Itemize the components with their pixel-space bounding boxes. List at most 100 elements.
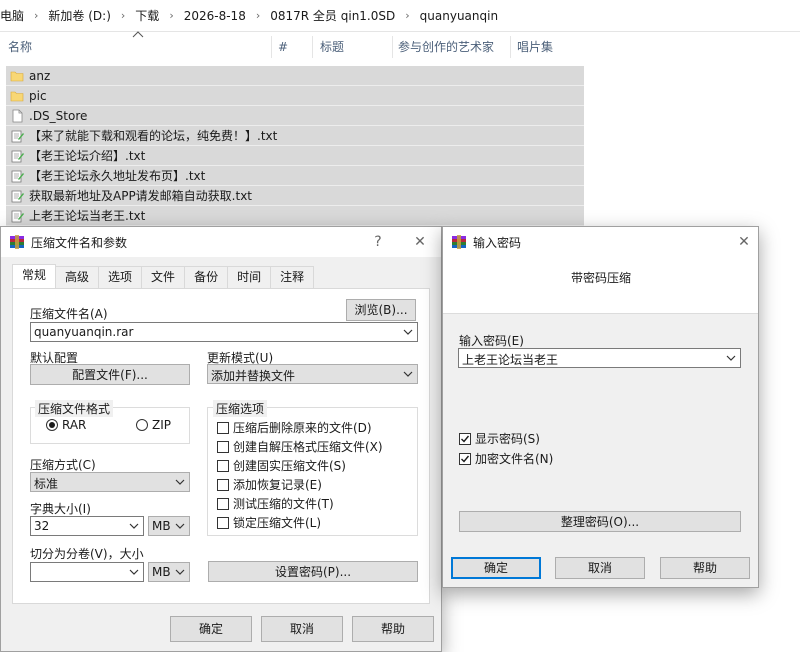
file-name: 【来了就能下载和观看的论坛，纯免费！】.txt [29,129,278,143]
file-name: 上老王论坛当老王.txt [29,209,146,223]
chevron-down-icon[interactable] [403,368,413,380]
tab-options[interactable]: 选项 [98,266,143,288]
checkbox-unchecked-icon [217,516,229,529]
chevron-down-icon[interactable] [175,566,185,578]
file-row[interactable]: 【老王论坛介绍】.txt [6,146,584,166]
tab-general[interactable]: 常规 [12,264,57,288]
password-ok-button[interactable]: 确定 [451,557,541,579]
file-icon [10,109,24,123]
file-row[interactable]: 获取最新地址及APP请发邮箱自动获取.txt [6,186,584,206]
file-row[interactable]: 【来了就能下载和观看的论坛，纯免费！】.txt [6,126,584,146]
column-header-album[interactable]: 唱片集 [517,33,553,61]
archive-option-label: 创建固实压缩文件(S) [233,459,346,473]
show-password-checkbox[interactable]: 显示密码(S) [459,430,540,447]
chevron-down-icon[interactable] [129,566,139,578]
breadcrumb-item[interactable]: 下载 [135,7,159,24]
close-icon[interactable]: ✕ [729,227,759,257]
method-label: 压缩方式(C) [30,458,96,472]
file-row[interactable]: 【老王论坛永久地址发布页】.txt [6,166,584,186]
browse-button[interactable]: 浏览(B)... [346,299,416,321]
archive-ok-button[interactable]: 确定 [170,616,252,642]
file-row[interactable]: .DS_Store [6,106,584,126]
archive-option-checkbox[interactable]: 测试压缩的文件(T) [217,495,334,512]
archive-option-checkbox[interactable]: 压缩后删除原来的文件(D) [217,419,372,436]
password-dialog-titlebar[interactable]: 输入密码 ✕ [443,227,758,257]
breadcrumb-item[interactable]: quanyuanqin [420,9,498,23]
breadcrumb-item[interactable]: 新加卷 (D:) [48,7,110,24]
archive-name-label: 压缩文件名(A) [30,307,108,321]
set-password-button[interactable]: 设置密码(P)... [208,561,418,582]
dictionary-select[interactable]: 32 [30,516,144,536]
tab-files[interactable]: 文件 [141,266,186,288]
column-header-name[interactable]: 名称 [8,33,32,61]
folder-icon [10,69,24,83]
format-zip-radio[interactable]: ZIP [136,418,171,432]
column-header-artist[interactable]: 参与创作的艺术家 [398,33,494,61]
organize-passwords-button[interactable]: 整理密码(O)... [459,511,741,532]
password-help-button[interactable]: 帮助 [660,557,750,579]
tab-backup[interactable]: 备份 [184,266,229,288]
help-icon[interactable]: ? [363,227,393,257]
chevron-right-icon[interactable]: › [405,9,409,22]
archive-name-input[interactable]: quanyuanqin.rar [30,322,418,342]
chevron-down-icon[interactable] [403,326,413,338]
tab-advanced[interactable]: 高级 [55,266,100,288]
archive-option-checkbox[interactable]: 创建固实压缩文件(S) [217,457,346,474]
format-zip-label: ZIP [152,418,171,432]
encrypt-filenames-checkbox[interactable]: 加密文件名(N) [459,450,553,467]
archive-cancel-button[interactable]: 取消 [261,616,343,642]
archive-tabs: 常规 高级 选项 文件 备份 时间 注释 [12,264,315,288]
password-cancel-button[interactable]: 取消 [555,557,645,579]
dictionary-unit-value: MB [152,519,171,533]
chevron-right-icon[interactable]: › [34,9,38,22]
archive-dialog-titlebar[interactable]: 压缩文件名和参数 ? ✕ [1,227,441,257]
password-dialog-header: 带密码压缩 [443,257,758,313]
chevron-down-icon[interactable] [726,352,736,364]
chevron-down-icon[interactable] [175,520,185,532]
method-value: 标准 [34,477,59,491]
password-input[interactable]: 上老王论坛当老王 [458,348,741,368]
file-row[interactable]: anz [6,66,584,86]
close-icon[interactable]: ✕ [405,227,435,257]
method-select[interactable]: 标准 [30,472,190,492]
checkbox-unchecked-icon [217,478,229,491]
text-file-icon [10,129,24,143]
chevron-down-icon[interactable] [175,476,185,488]
archive-help-button[interactable]: 帮助 [352,616,434,642]
tab-time[interactable]: 时间 [227,266,272,288]
split-unit-select[interactable]: MB [148,562,190,582]
breadcrumb-item[interactable]: 电脑 [0,7,24,24]
column-header-number[interactable]: # [278,33,288,61]
chevron-right-icon[interactable]: › [169,9,173,22]
password-dialog-heading: 带密码压缩 [571,271,632,285]
file-row[interactable]: 上老王论坛当老王.txt [6,206,584,226]
split-volumes-label: 切分为分卷(V)，大小 [30,547,144,561]
split-volumes-select[interactable] [30,562,144,582]
tab-comment[interactable]: 注释 [270,266,315,288]
chevron-right-icon[interactable]: › [121,9,125,22]
archive-option-label: 锁定压缩文件(L) [233,516,322,530]
checkbox-unchecked-icon [217,459,229,472]
archive-option-checkbox[interactable]: 添加恢复记录(E) [217,476,322,493]
file-row[interactable]: pic [6,86,584,106]
file-name: 获取最新地址及APP请发邮箱自动获取.txt [29,189,253,203]
dictionary-label: 字典大小(I) [30,502,91,516]
archive-option-label: 添加恢复记录(E) [233,478,322,492]
dictionary-unit-select[interactable]: MB [148,516,190,536]
archive-option-checkbox[interactable]: 创建自解压格式压缩文件(X) [217,438,383,455]
breadcrumb-item[interactable]: 2026-8-18 [184,9,246,23]
profiles-button[interactable]: 配置文件(F)... [30,364,190,385]
update-mode-select[interactable]: 添加并替换文件 [207,364,418,384]
checkbox-checked-icon [459,452,471,465]
chevron-down-icon[interactable] [129,520,139,532]
archive-option-checkbox[interactable]: 锁定压缩文件(L) [217,514,321,531]
chevron-right-icon[interactable]: › [256,9,260,22]
column-header-title[interactable]: 标题 [320,33,344,61]
checkbox-unchecked-icon [217,497,229,510]
archive-options-title: 压缩选项 [213,400,268,417]
archive-name-value: quanyuanqin.rar [34,325,134,339]
radio-selected-icon [46,419,58,431]
format-rar-radio[interactable]: RAR [46,418,86,432]
archive-option-label: 测试压缩的文件(T) [233,497,334,511]
breadcrumb-item[interactable]: 0817R 全员 qin1.0SD [270,7,395,24]
